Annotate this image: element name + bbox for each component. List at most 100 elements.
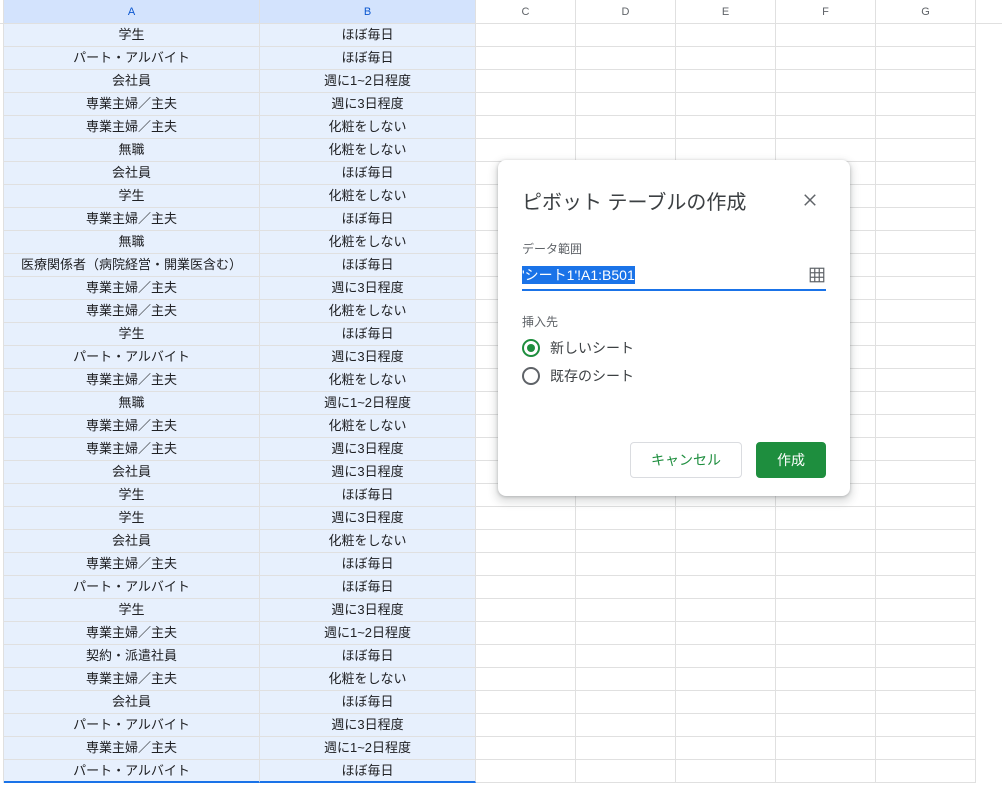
cell-B[interactable]: ほぼ毎日: [260, 24, 476, 47]
cell-G[interactable]: [876, 438, 976, 461]
cell-E[interactable]: [676, 576, 776, 599]
cell-F[interactable]: [776, 599, 876, 622]
cell-F[interactable]: [776, 714, 876, 737]
select-range-icon[interactable]: [808, 266, 826, 284]
cell-D[interactable]: [576, 530, 676, 553]
cell-E[interactable]: [676, 622, 776, 645]
cell-A[interactable]: 専業主婦／主夫: [4, 737, 260, 760]
cell-D[interactable]: [576, 737, 676, 760]
cell-C[interactable]: [476, 93, 576, 116]
cell-A[interactable]: 専業主婦／主夫: [4, 300, 260, 323]
data-range-input[interactable]: 'シート1'!A1:B501: [522, 263, 802, 287]
cell-G[interactable]: [876, 116, 976, 139]
cell-B[interactable]: 化粧をしない: [260, 369, 476, 392]
cell-A[interactable]: 専業主婦／主夫: [4, 116, 260, 139]
cell-F[interactable]: [776, 139, 876, 162]
cell-C[interactable]: [476, 70, 576, 93]
cell-B[interactable]: 週に1~2日程度: [260, 737, 476, 760]
cell-D[interactable]: [576, 622, 676, 645]
create-button[interactable]: 作成: [756, 442, 826, 478]
cell-G[interactable]: [876, 24, 976, 47]
cell-F[interactable]: [776, 737, 876, 760]
cell-F[interactable]: [776, 24, 876, 47]
cell-B[interactable]: ほぼ毎日: [260, 576, 476, 599]
cell-A[interactable]: 医療関係者（病院経営・開業医含む）: [4, 254, 260, 277]
cell-E[interactable]: [676, 737, 776, 760]
cell-G[interactable]: [876, 645, 976, 668]
cell-A[interactable]: パート・アルバイト: [4, 576, 260, 599]
cell-F[interactable]: [776, 553, 876, 576]
cell-E[interactable]: [676, 668, 776, 691]
cell-D[interactable]: [576, 24, 676, 47]
cell-B[interactable]: 週に3日程度: [260, 438, 476, 461]
cell-E[interactable]: [676, 47, 776, 70]
cell-A[interactable]: 学生: [4, 507, 260, 530]
cell-B[interactable]: 週に3日程度: [260, 93, 476, 116]
col-header-C[interactable]: C: [476, 0, 576, 23]
cell-A[interactable]: パート・アルバイト: [4, 714, 260, 737]
cell-D[interactable]: [576, 116, 676, 139]
cell-G[interactable]: [876, 70, 976, 93]
col-header-D[interactable]: D: [576, 0, 676, 23]
cell-D[interactable]: [576, 714, 676, 737]
cell-C[interactable]: [476, 668, 576, 691]
cell-G[interactable]: [876, 691, 976, 714]
cell-B[interactable]: 化粧をしない: [260, 300, 476, 323]
cell-B[interactable]: ほぼ毎日: [260, 254, 476, 277]
cell-B[interactable]: ほぼ毎日: [260, 162, 476, 185]
cell-B[interactable]: 週に3日程度: [260, 599, 476, 622]
cell-E[interactable]: [676, 116, 776, 139]
cell-B[interactable]: ほぼ毎日: [260, 208, 476, 231]
cell-A[interactable]: 専業主婦／主夫: [4, 277, 260, 300]
cell-A[interactable]: 会社員: [4, 70, 260, 93]
cell-F[interactable]: [776, 507, 876, 530]
cell-B[interactable]: ほぼ毎日: [260, 691, 476, 714]
cell-B[interactable]: 化粧をしない: [260, 415, 476, 438]
cell-A[interactable]: 専業主婦／主夫: [4, 415, 260, 438]
cell-A[interactable]: 専業主婦／主夫: [4, 668, 260, 691]
cell-E[interactable]: [676, 70, 776, 93]
cell-C[interactable]: [476, 24, 576, 47]
cell-B[interactable]: ほぼ毎日: [260, 323, 476, 346]
cell-E[interactable]: [676, 530, 776, 553]
cell-B[interactable]: 週に3日程度: [260, 714, 476, 737]
cell-A[interactable]: 会社員: [4, 162, 260, 185]
cell-F[interactable]: [776, 70, 876, 93]
cell-F[interactable]: [776, 760, 876, 783]
cell-G[interactable]: [876, 392, 976, 415]
cell-C[interactable]: [476, 714, 576, 737]
cell-D[interactable]: [576, 139, 676, 162]
cell-F[interactable]: [776, 116, 876, 139]
col-header-B[interactable]: B: [260, 0, 476, 23]
cell-F[interactable]: [776, 691, 876, 714]
close-button[interactable]: [794, 184, 826, 216]
cell-A[interactable]: パート・アルバイト: [4, 47, 260, 70]
cell-A[interactable]: 学生: [4, 24, 260, 47]
cell-C[interactable]: [476, 530, 576, 553]
cell-A[interactable]: 学生: [4, 323, 260, 346]
cell-D[interactable]: [576, 553, 676, 576]
cell-G[interactable]: [876, 576, 976, 599]
cell-B[interactable]: 週に1~2日程度: [260, 70, 476, 93]
cell-C[interactable]: [476, 139, 576, 162]
cell-F[interactable]: [776, 530, 876, 553]
cell-A[interactable]: 学生: [4, 599, 260, 622]
cell-A[interactable]: 専業主婦／主夫: [4, 208, 260, 231]
data-range-field[interactable]: 'シート1'!A1:B501: [522, 263, 826, 291]
cell-F[interactable]: [776, 668, 876, 691]
cell-A[interactable]: 専業主婦／主夫: [4, 438, 260, 461]
cell-C[interactable]: [476, 47, 576, 70]
cell-G[interactable]: [876, 530, 976, 553]
cell-G[interactable]: [876, 737, 976, 760]
cell-B[interactable]: 週に1~2日程度: [260, 392, 476, 415]
cell-G[interactable]: [876, 139, 976, 162]
cell-B[interactable]: 化粧をしない: [260, 530, 476, 553]
cell-C[interactable]: [476, 760, 576, 783]
cell-B[interactable]: 化粧をしない: [260, 185, 476, 208]
cell-E[interactable]: [676, 553, 776, 576]
cell-G[interactable]: [876, 277, 976, 300]
cell-A[interactable]: 学生: [4, 185, 260, 208]
cell-G[interactable]: [876, 254, 976, 277]
cell-C[interactable]: [476, 737, 576, 760]
cell-D[interactable]: [576, 668, 676, 691]
